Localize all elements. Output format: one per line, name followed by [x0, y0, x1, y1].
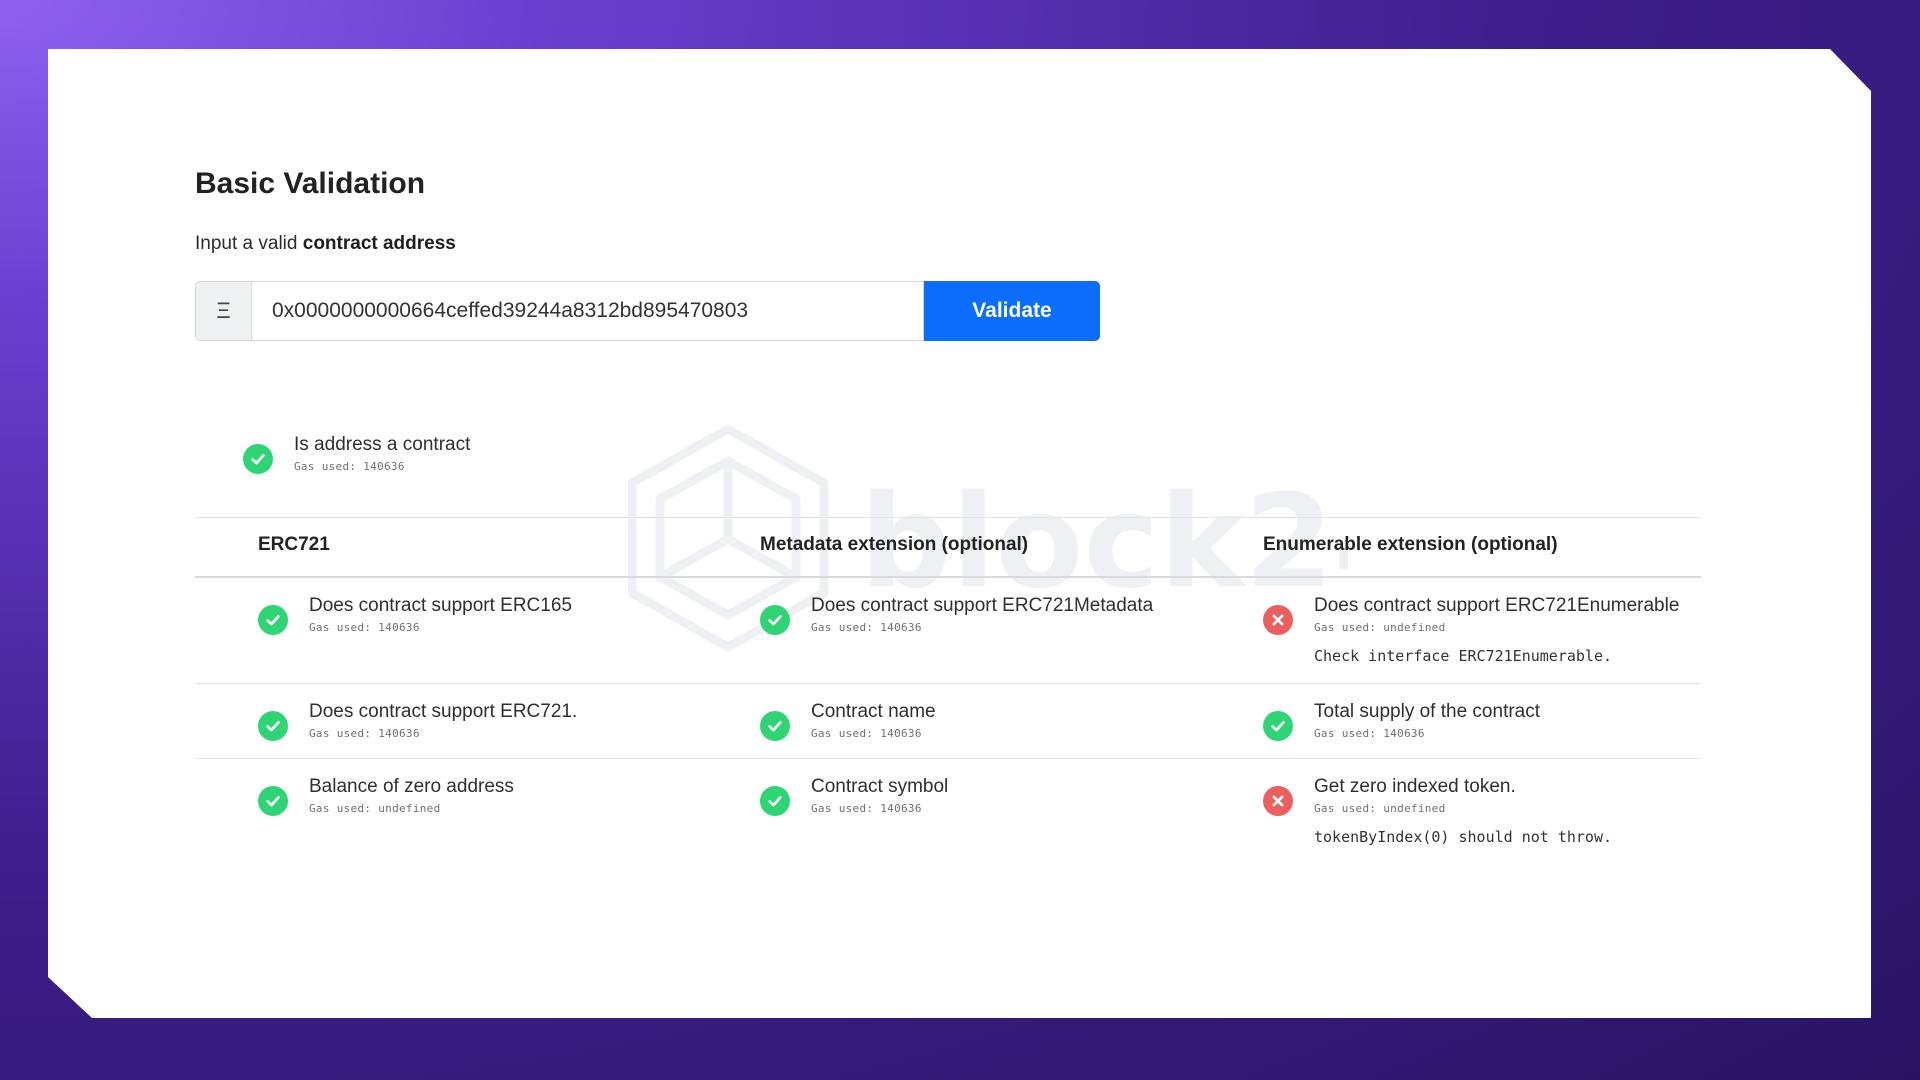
check-pass-icon: [1263, 711, 1293, 741]
check-item-erc721-enumerable: Does contract support ERC721Enumerable G…: [1263, 594, 1679, 665]
check-pass-icon: [760, 786, 790, 816]
check-item-erc721: Does contract support ERC721. Gas used: …: [258, 700, 577, 741]
gas-used-text: Gas used: 140636: [309, 727, 420, 740]
check-label: Does contract support ERC721Metadata: [811, 595, 1154, 616]
gas-used-text: Gas used: undefined: [1314, 802, 1446, 815]
input-instructions: Input a valid contract address: [195, 233, 456, 255]
gas-used-text: Gas used: 140636: [811, 621, 922, 634]
gas-used-text: Gas used: 140636: [294, 460, 405, 473]
table-row-divider: [195, 758, 1701, 759]
check-label: Get zero indexed token.: [1314, 776, 1516, 797]
addon-glyph: Ξ: [216, 298, 231, 323]
gas-used-text: Gas used: undefined: [1314, 621, 1446, 634]
contract-address-input[interactable]: [251, 281, 924, 341]
table-row-divider: [195, 683, 1701, 684]
check-fail-icon: [1263, 605, 1293, 635]
check-pass-icon: [243, 444, 273, 474]
gas-used-text: Gas used: undefined: [309, 802, 441, 815]
check-item-balance-zero: Balance of zero address Gas used: undefi…: [258, 775, 514, 816]
check-pass-icon: [258, 786, 288, 816]
validate-button[interactable]: Validate: [924, 281, 1100, 341]
error-message: Check interface ERC721Enumerable.: [1314, 647, 1613, 665]
column-header-enumerable: Enumerable extension (optional): [1263, 534, 1558, 555]
instructions-text: Input a valid: [195, 233, 298, 254]
check-label: Total supply of the contract: [1314, 701, 1541, 722]
address-input-group: Ξ Validate: [195, 281, 1100, 341]
column-header-metadata: Metadata extension (optional): [760, 534, 1029, 555]
table-header-divider: [195, 576, 1701, 578]
check-label: Does contract support ERC165: [309, 595, 572, 616]
check-label: Contract symbol: [811, 776, 949, 797]
check-item-erc721-metadata: Does contract support ERC721Metadata Gas…: [760, 594, 1153, 635]
check-pass-icon: [258, 605, 288, 635]
page-title: Basic Validation: [195, 167, 426, 200]
check-label: Is address a contract: [294, 434, 471, 455]
instructions-emphasis: contract address: [302, 233, 456, 254]
check-label: Balance of zero address: [309, 776, 514, 797]
address-contract-check: Is address a contract Gas used: 140636: [243, 433, 470, 474]
check-item-contract-name: Contract name Gas used: 140636: [760, 700, 936, 741]
check-pass-icon: [760, 711, 790, 741]
check-pass-icon: [760, 605, 790, 635]
check-label: Does contract support ERC721.: [309, 701, 578, 722]
table-top-divider: [195, 517, 1701, 518]
check-item-zero-indexed-token: Get zero indexed token. Gas used: undefi…: [1263, 775, 1612, 846]
gas-used-text: Gas used: 140636: [811, 727, 922, 740]
check-item-erc165: Does contract support ERC165 Gas used: 1…: [258, 594, 572, 635]
ethereum-icon: Ξ: [195, 281, 251, 341]
column-header-erc721: ERC721: [258, 534, 330, 555]
check-fail-icon: [1263, 786, 1293, 816]
gas-used-text: Gas used: 140636: [1314, 727, 1425, 740]
check-item-total-supply: Total supply of the contract Gas used: 1…: [1263, 700, 1540, 741]
check-pass-icon: [258, 711, 288, 741]
check-item-contract-symbol: Contract symbol Gas used: 140636: [760, 775, 948, 816]
check-label: Contract name: [811, 701, 936, 722]
gas-used-text: Gas used: 140636: [309, 621, 420, 634]
check-label: Does contract support ERC721Enumerable: [1314, 595, 1680, 616]
gas-used-text: Gas used: 140636: [811, 802, 922, 815]
error-message: tokenByIndex(0) should not throw.: [1314, 828, 1613, 846]
